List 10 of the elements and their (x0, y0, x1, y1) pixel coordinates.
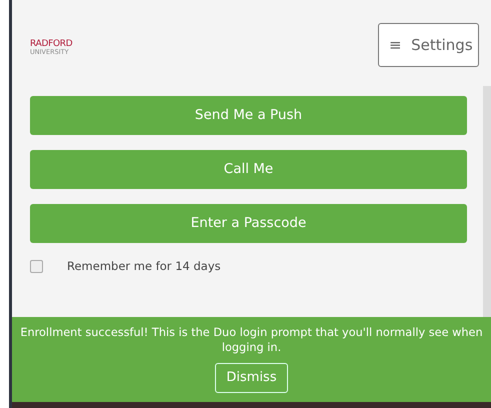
auth-button[interactable]: Call Me (30, 150, 467, 189)
remember-checkbox[interactable] (30, 260, 43, 274)
scrollbar[interactable] (483, 86, 491, 317)
banner-message: Enrollment successful! This is the Duo login prompt that you'll normally see when logging in. (19, 326, 484, 356)
logo-wordmark: RADFORD (30, 40, 72, 49)
dismiss-button[interactable]: Dismiss (215, 363, 288, 393)
settings-button[interactable]: ≡ Settings (378, 23, 479, 67)
auth-button[interactable]: Send Me a Push (30, 96, 467, 135)
auth-button[interactable]: Enter a Passcode (30, 204, 467, 243)
remember-label: Remember me for 14 days (67, 258, 221, 275)
